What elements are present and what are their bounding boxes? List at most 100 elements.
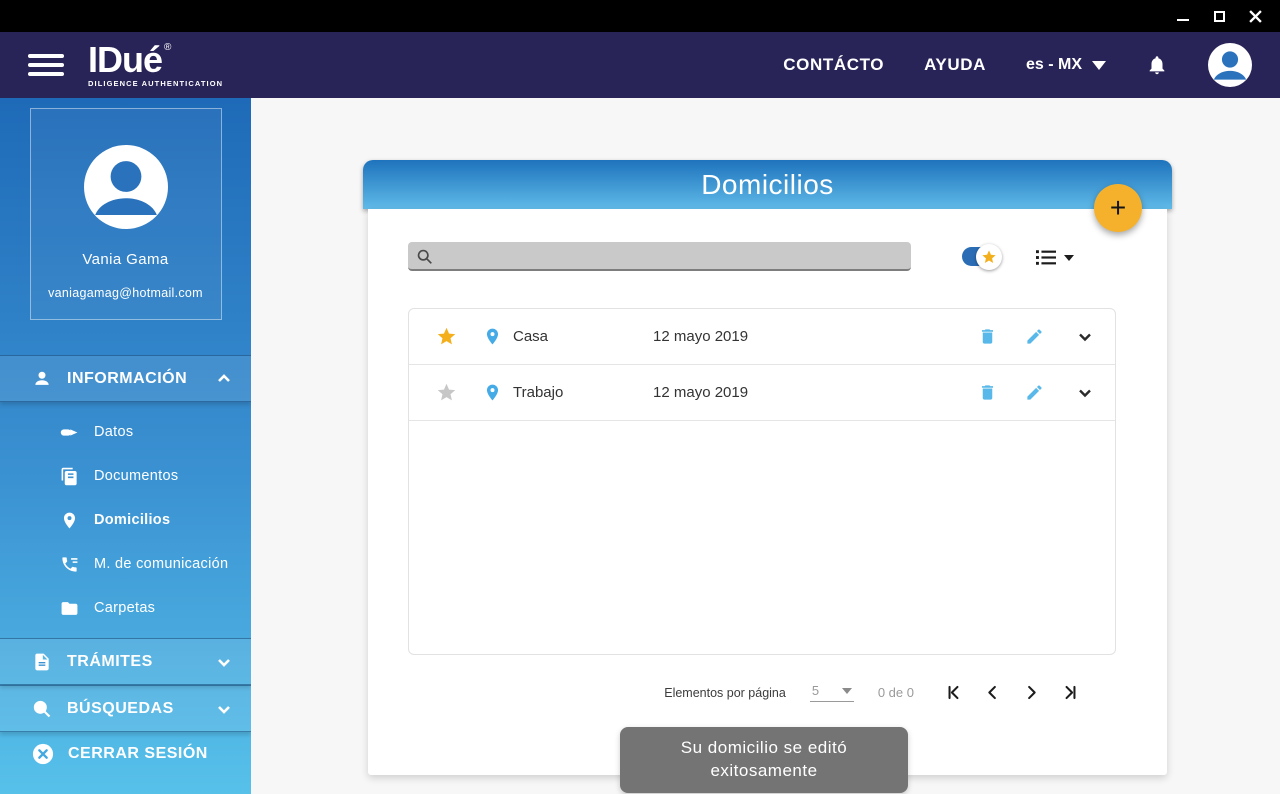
profile-avatar <box>84 145 168 229</box>
list-icon <box>1036 249 1056 266</box>
trash-icon <box>978 383 997 402</box>
bell-icon <box>1146 53 1168 77</box>
next-page-button[interactable] <box>1022 683 1041 702</box>
hamburger-menu-icon[interactable] <box>28 54 64 76</box>
delete-button[interactable] <box>961 383 1013 402</box>
sidebar-item-comunicacion[interactable]: M. de comunicación <box>0 542 251 586</box>
trash-icon <box>978 327 997 346</box>
last-page-icon <box>1061 683 1080 702</box>
sidebar-item-documentos[interactable]: Documentos <box>0 454 251 498</box>
close-circle-icon <box>32 743 54 765</box>
user-avatar[interactable] <box>1208 43 1252 87</box>
document-icon <box>32 652 52 672</box>
registered-mark: ® <box>164 43 171 53</box>
toggle-thumb <box>976 244 1002 270</box>
domicilios-list: Casa 12 mayo 2019 <box>408 308 1116 655</box>
expand-row-button[interactable] <box>1055 329 1115 345</box>
page-title: Domicilios <box>701 169 834 201</box>
card-header: Domicilios <box>363 160 1172 209</box>
maximize-button[interactable] <box>1212 9 1226 23</box>
logout-button[interactable]: CERRAR SESIÓN <box>0 732 251 776</box>
delete-button[interactable] <box>961 327 1013 346</box>
profile-name: Vania Gama <box>31 251 221 268</box>
chevron-down-icon <box>217 655 231 669</box>
chevron-down-icon <box>217 702 231 716</box>
favorites-toggle[interactable] <box>962 247 996 266</box>
close-icon <box>1249 10 1262 23</box>
domicilio-date: 12 mayo 2019 <box>653 328 961 345</box>
page-size-select[interactable]: 5 <box>810 683 854 702</box>
card-body: Casa 12 mayo 2019 <box>368 209 1167 775</box>
profile-card: Vania Gama vaniagamag@hotmail.com <box>30 108 222 320</box>
documents-icon <box>60 467 79 486</box>
favorite-star-icon[interactable] <box>421 382 471 403</box>
profile-email: vaniagamag@hotmail.com <box>31 286 221 300</box>
domicilio-name: Casa <box>513 328 653 345</box>
chevron-left-icon <box>983 683 1002 702</box>
sidebar-section-busquedas[interactable]: BÚSQUEDAS <box>0 685 251 732</box>
brand-name: IDué <box>88 42 162 78</box>
domicilio-name: Trabajo <box>513 384 653 401</box>
chevron-down-icon <box>1077 385 1093 401</box>
minimize-icon <box>1177 19 1189 21</box>
first-page-button[interactable] <box>944 683 963 702</box>
chevron-up-icon <box>217 372 231 386</box>
notifications-button[interactable] <box>1146 53 1168 77</box>
folder-icon <box>60 599 79 618</box>
previous-page-button[interactable] <box>983 683 1002 702</box>
edit-button[interactable] <box>1013 383 1055 402</box>
nav-ayuda[interactable]: AYUDA <box>924 55 986 75</box>
phone-icon <box>60 555 79 574</box>
chevron-down-icon <box>1092 61 1106 70</box>
page-size-label: Elementos por página <box>664 686 786 700</box>
pencil-icon <box>1025 327 1044 346</box>
page-size-value: 5 <box>812 683 819 698</box>
favorite-star-icon[interactable] <box>421 326 471 347</box>
nav-contacto[interactable]: CONTÁCTO <box>783 55 884 75</box>
location-pin-icon <box>60 511 79 530</box>
close-button[interactable] <box>1248 9 1262 23</box>
chevron-down-icon <box>1077 329 1093 345</box>
sidebar-section-informacion[interactable]: INFORMACIÓN <box>0 355 251 402</box>
list-item-trabajo[interactable]: Trabajo 12 mayo 2019 <box>409 365 1115 421</box>
sidebar-item-domicilios[interactable]: Domicilios <box>0 498 251 542</box>
minimize-button[interactable] <box>1176 9 1190 23</box>
last-page-button[interactable] <box>1061 683 1080 702</box>
list-item-casa[interactable]: Casa 12 mayo 2019 <box>409 309 1115 365</box>
chevron-down-icon <box>842 688 852 694</box>
chevron-right-icon <box>1022 683 1041 702</box>
domicilio-date: 12 mayo 2019 <box>653 384 961 401</box>
language-selector[interactable]: es - MX <box>1026 56 1106 74</box>
avatar-icon <box>1208 43 1252 87</box>
star-icon <box>981 249 997 265</box>
window-title-bar <box>0 0 1280 32</box>
location-pin-icon <box>471 383 513 402</box>
pencil-icon <box>1025 383 1044 402</box>
search-icon <box>32 699 52 719</box>
sidebar-item-carpetas[interactable]: Carpetas <box>0 586 251 630</box>
page-range: 0 de 0 <box>878 685 914 700</box>
list-view-selector[interactable] <box>1036 249 1074 266</box>
person-icon <box>32 369 52 389</box>
brand-logo: IDué ® DILIGENCE AUTHENTICATION <box>88 42 223 88</box>
main-content: Domicilios + <box>251 98 1280 794</box>
language-value: es - MX <box>1026 56 1082 74</box>
card-arrow-icon <box>60 423 79 442</box>
sidebar-section-tramites[interactable]: TRÁMITES <box>0 638 251 685</box>
maximize-icon <box>1214 11 1225 22</box>
pagination: Elementos por página 5 0 de 0 <box>664 683 1080 702</box>
add-domicilio-button[interactable]: + <box>1094 184 1142 232</box>
search-icon <box>416 248 433 265</box>
location-pin-icon <box>471 327 513 346</box>
expand-row-button[interactable] <box>1055 385 1115 401</box>
chevron-down-icon <box>1064 255 1074 261</box>
search-input[interactable] <box>408 242 911 271</box>
sidebar-item-datos[interactable]: Datos <box>0 410 251 454</box>
sidebar: Vania Gama vaniagamag@hotmail.com INFORM… <box>0 98 251 794</box>
first-page-icon <box>944 683 963 702</box>
toast-notification: Su domicilio se editó exitosamente <box>620 727 908 793</box>
brand-tagline: DILIGENCE AUTHENTICATION <box>88 80 223 88</box>
informacion-items: Datos Documentos Domicilios M. de comuni… <box>0 402 251 632</box>
edit-button[interactable] <box>1013 327 1055 346</box>
app-header: IDué ® DILIGENCE AUTHENTICATION CONTÁCTO… <box>0 32 1280 98</box>
